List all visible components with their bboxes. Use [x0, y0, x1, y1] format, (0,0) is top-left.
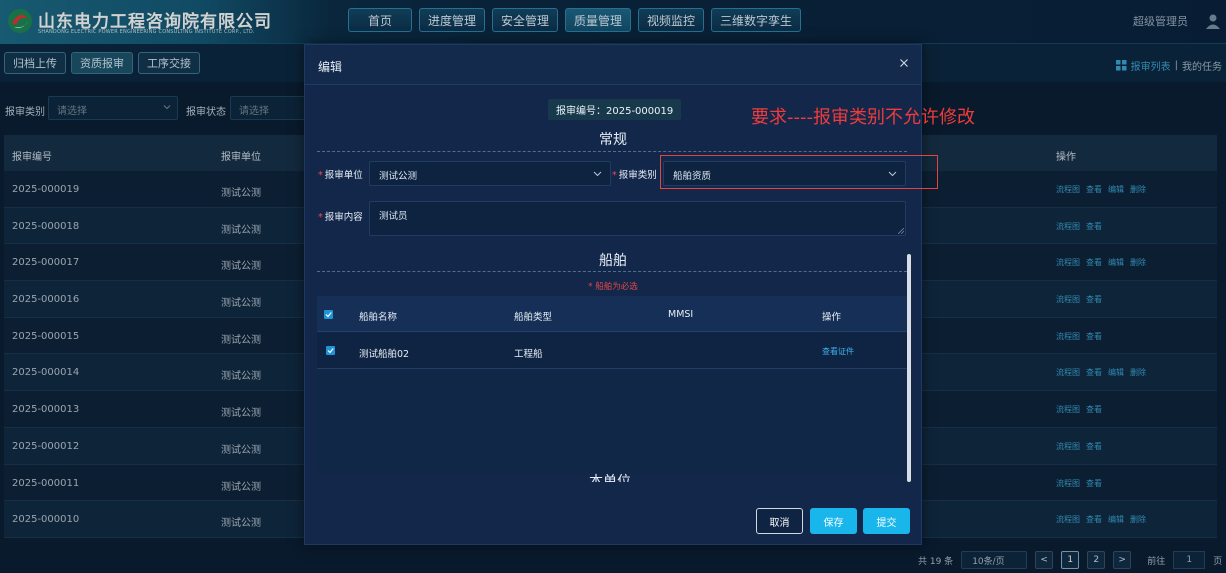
required-mark: * [318, 170, 323, 181]
row-checkbox[interactable] [326, 346, 335, 355]
unit-label-text: 报审单位 [324, 170, 363, 181]
ship-type: 工程船 [514, 349, 543, 360]
check-icon [327, 348, 334, 354]
required-mark: * [612, 170, 617, 181]
category-highlight-box [660, 155, 938, 189]
dialog-header: 编辑 [305, 45, 921, 85]
col-ship-type: 船舶类型 [514, 312, 553, 323]
scrollbar-thumb[interactable] [907, 254, 911, 482]
dialog-scrollbar[interactable] [907, 254, 911, 482]
col-ship-name: 船舶名称 [359, 312, 398, 323]
ship-table: 船舶名称 船舶类型 MMSI 操作 测试船舶02 工程船 查看证件 [317, 296, 907, 474]
resize-handle-icon[interactable] [898, 228, 904, 234]
section-unit-title: 本单位 [589, 474, 631, 482]
close-icon[interactable] [899, 58, 909, 68]
section-general-divider [317, 151, 907, 152]
check-icon [325, 312, 332, 318]
requirement-annotation: 要求----报审类别不允许修改 [751, 107, 975, 128]
view-certificate-link[interactable]: 查看证件 [822, 346, 854, 357]
ship-required-hint: * 船舶为必选 [588, 282, 638, 292]
chevron-down-icon [593, 171, 602, 177]
submit-button[interactable]: 提交 [863, 508, 910, 534]
select-all-checkbox[interactable] [324, 310, 333, 319]
unit-select-value: 测试公测 [379, 171, 418, 182]
required-mark: * [318, 212, 323, 223]
dialog-title: 编辑 [318, 60, 343, 74]
col-mmsi: MMSI [668, 309, 694, 320]
save-button[interactable]: 保存 [810, 508, 857, 534]
cancel-button[interactable]: 取消 [756, 508, 803, 534]
ship-table-header: 船舶名称 船舶类型 MMSI 操作 [317, 296, 907, 332]
col-ship-actions: 操作 [822, 312, 842, 323]
section-ship-divider [317, 271, 907, 272]
section-ship-title: 船舶 [599, 253, 627, 269]
content-textarea-value: 测试员 [379, 211, 408, 222]
category-label: * 报审类别 [612, 167, 657, 181]
unit-select[interactable]: 测试公测 [369, 161, 611, 186]
ship-name: 测试船舶02 [359, 349, 410, 360]
content-textarea[interactable]: 测试员 [369, 201, 906, 236]
edit-dialog: 编辑 报审编号：2025-000019 常规 * 报审单位 测试公测 * 报审类别 … [304, 44, 975, 545]
review-code-tag: 报审编号：2025-000019 [548, 99, 682, 120]
content-label: * 报审内容 [318, 209, 363, 223]
table-row: 测试船舶02 工程船 查看证件 [317, 333, 907, 369]
section-general-title: 常规 [599, 132, 627, 148]
content-label-text: 报审内容 [324, 212, 363, 223]
category-label-text: 报审类别 [618, 170, 657, 181]
unit-label: * 报审单位 [318, 167, 363, 181]
